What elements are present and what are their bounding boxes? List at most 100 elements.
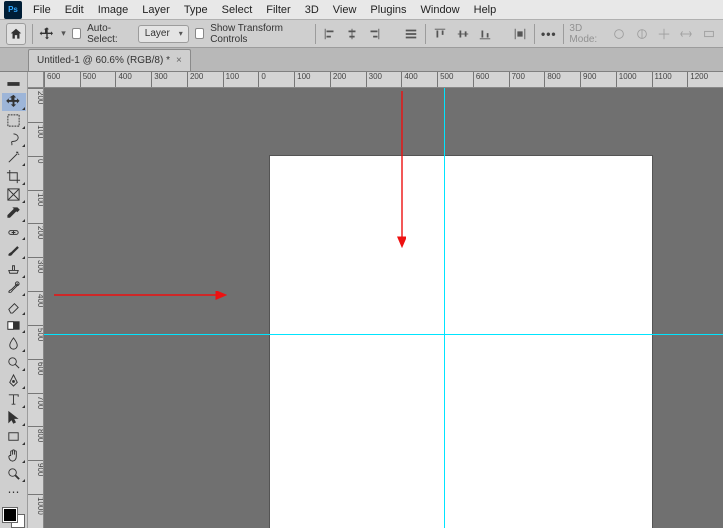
viewport[interactable] xyxy=(44,88,723,528)
main-area: ⋯ 60050040030020010001002003004005006007… xyxy=(0,72,723,528)
menu-3d[interactable]: 3D xyxy=(298,0,326,20)
dropdown-indicator[interactable]: ▾ xyxy=(61,28,66,39)
distribute-icon[interactable] xyxy=(512,24,528,44)
menu-edit[interactable]: Edit xyxy=(58,0,91,20)
foreground-color-swatch[interactable] xyxy=(3,508,17,522)
menu-file[interactable]: File xyxy=(26,0,58,20)
ruler-h-tick: 0 xyxy=(258,72,265,88)
gradient-tool[interactable] xyxy=(2,316,26,335)
3d-orbit-icon xyxy=(611,24,627,44)
ruler-h-tick: 300 xyxy=(366,72,382,88)
align-bottom-icon[interactable] xyxy=(477,24,493,44)
auto-select-label: Auto-Select: xyxy=(87,23,132,45)
ruler-v-tick: 700 xyxy=(28,393,44,409)
home-button[interactable] xyxy=(6,23,26,45)
show-transform-label: Show Transform Controls xyxy=(210,23,302,45)
3d-slide-icon xyxy=(678,24,694,44)
ruler-h-tick: 900 xyxy=(580,72,596,88)
tool-panel: ⋯ xyxy=(0,72,28,528)
menu-filter[interactable]: Filter xyxy=(259,0,297,20)
ruler-h-tick: 800 xyxy=(544,72,560,88)
menu-layer[interactable]: Layer xyxy=(135,0,177,20)
eraser-tool[interactable] xyxy=(2,297,26,316)
healing-brush-tool[interactable] xyxy=(2,223,26,242)
crop-tool[interactable] xyxy=(2,167,26,186)
history-brush-tool[interactable] xyxy=(2,279,26,298)
blur-tool[interactable] xyxy=(2,334,26,353)
ruler-h-tick: 400 xyxy=(115,72,131,88)
more-align-icon[interactable] xyxy=(403,24,419,44)
ruler-v-tick: 900 xyxy=(28,460,44,476)
mode-3d-label: 3D Mode: xyxy=(569,23,605,45)
ruler-corner[interactable] xyxy=(28,72,44,88)
menu-bar: Ps FileEditImageLayerTypeSelectFilter3DV… xyxy=(0,0,723,20)
guide-vertical[interactable] xyxy=(444,88,445,528)
hand-tool[interactable] xyxy=(2,446,26,465)
menu-view[interactable]: View xyxy=(326,0,364,20)
magic-wand-tool[interactable] xyxy=(2,148,26,167)
pen-tool[interactable] xyxy=(2,372,26,391)
ruler-h-tick: 100 xyxy=(294,72,310,88)
rectangle-tool[interactable] xyxy=(2,427,26,446)
edit-toolbar-icon[interactable]: ⋯ xyxy=(2,483,26,502)
zoom-tool[interactable] xyxy=(2,464,26,483)
type-tool[interactable] xyxy=(2,390,26,409)
align-center-h-icon[interactable] xyxy=(344,24,360,44)
ruler-horizontal[interactable]: 6005004003002001000100200300400500600700… xyxy=(44,72,723,88)
align-right-icon[interactable] xyxy=(366,24,382,44)
dodge-tool[interactable] xyxy=(2,353,26,372)
ruler-v-tick: 100 xyxy=(28,122,44,138)
clone-stamp-tool[interactable] xyxy=(2,260,26,279)
menu-image[interactable]: Image xyxy=(91,0,136,20)
ruler-v-tick: 400 xyxy=(28,291,44,307)
menu-window[interactable]: Window xyxy=(414,0,467,20)
guide-horizontal[interactable] xyxy=(44,334,723,335)
frame-tool[interactable] xyxy=(2,186,26,205)
artboard[interactable] xyxy=(270,156,652,528)
3d-roll-icon xyxy=(633,24,649,44)
document-tab[interactable]: Untitled-1 @ 60.6% (RGB/8) * × xyxy=(28,49,191,71)
menu-select[interactable]: Select xyxy=(215,0,260,20)
close-tab-icon[interactable]: × xyxy=(176,55,182,66)
separator xyxy=(32,24,33,44)
menu-plugins[interactable]: Plugins xyxy=(363,0,413,20)
align-top-icon[interactable] xyxy=(432,24,448,44)
separator xyxy=(534,24,535,44)
lasso-tool[interactable] xyxy=(2,130,26,149)
ruler-v-tick: 800 xyxy=(28,426,44,442)
ruler-v-tick: 100 xyxy=(28,190,44,206)
ruler-v-tick: 600 xyxy=(28,359,44,375)
document-tab-bar: Untitled-1 @ 60.6% (RGB/8) * × xyxy=(0,48,723,72)
ps-logo: Ps xyxy=(4,1,22,19)
canvas-area: 6005004003002001000100200300400500600700… xyxy=(28,72,723,528)
ruler-h-tick: 100 xyxy=(223,72,239,88)
align-left-icon[interactable] xyxy=(321,24,337,44)
ruler-h-tick: 500 xyxy=(80,72,96,88)
ruler-v-tick: 200 xyxy=(28,223,44,239)
brush-tool[interactable] xyxy=(2,241,26,260)
auto-select-checkbox[interactable] xyxy=(72,28,81,39)
menu-help[interactable]: Help xyxy=(467,0,504,20)
3d-pan-icon xyxy=(656,24,672,44)
ruler-h-tick: 200 xyxy=(187,72,203,88)
show-transform-checkbox[interactable] xyxy=(195,28,204,39)
ruler-h-tick: 1200 xyxy=(687,72,708,88)
more-options-icon[interactable]: ••• xyxy=(541,27,557,41)
move-tool-icon xyxy=(39,24,55,44)
ruler-v-tick: 500 xyxy=(28,325,44,341)
ruler-v-tick: 1000 xyxy=(28,494,44,515)
ruler-h-tick: 200 xyxy=(330,72,346,88)
path-selection-tool[interactable] xyxy=(2,409,26,428)
menu-type[interactable]: Type xyxy=(177,0,215,20)
ruler-h-tick: 600 xyxy=(44,72,60,88)
ruler-h-tick: 600 xyxy=(473,72,489,88)
align-center-v-icon[interactable] xyxy=(454,24,470,44)
move-tool[interactable] xyxy=(2,93,26,112)
auto-select-target[interactable]: Layer xyxy=(138,25,189,43)
ruler-vertical[interactable]: 20010001002003004005006007008009001000 xyxy=(28,88,44,528)
eyedropper-tool[interactable] xyxy=(2,204,26,223)
options-bar: ▾ Auto-Select: Layer Show Transform Cont… xyxy=(0,20,723,48)
panel-grip-icon[interactable] xyxy=(2,74,26,93)
color-swatches[interactable] xyxy=(3,508,25,528)
marquee-tool[interactable] xyxy=(2,111,26,130)
